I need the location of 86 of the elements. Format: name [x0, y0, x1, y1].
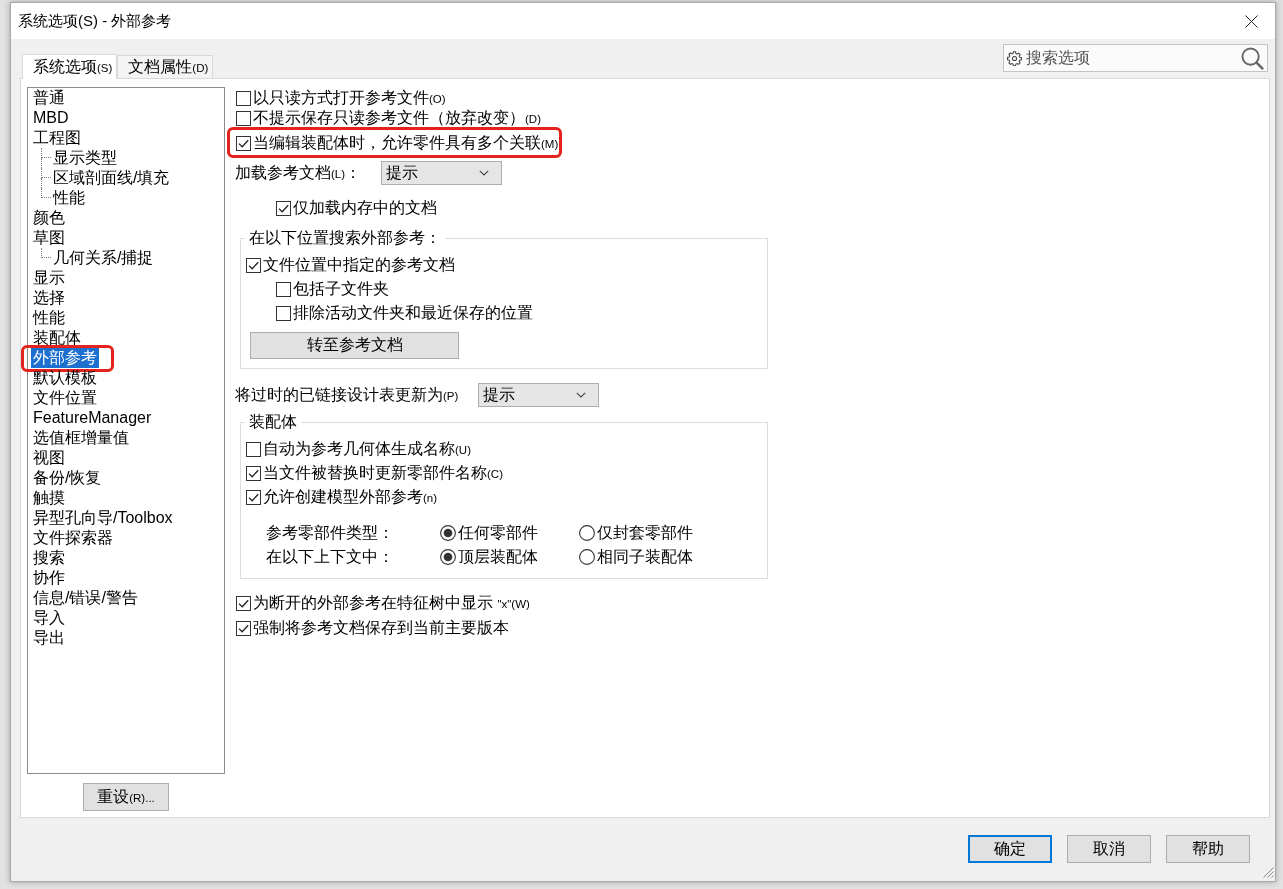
radio-button[interactable] [579, 549, 595, 565]
close-icon [1244, 14, 1258, 28]
tree-item[interactable]: 搜索 [31, 548, 67, 568]
checkbox[interactable] [246, 489, 261, 505]
tree-item[interactable]: 性能 [51, 188, 87, 208]
tree-item[interactable]: 显示类型 [51, 148, 119, 168]
radio-label: 仅封套零部件 [597, 523, 693, 543]
search-field[interactable]: 搜索选项 [1003, 44, 1268, 72]
tree-item[interactable]: 备份/恢复 [31, 468, 104, 488]
tree-item[interactable]: 几何关系/捕捉 [51, 248, 156, 268]
tab[interactable]: 系统选项(S) [22, 54, 118, 79]
tree-item[interactable]: 草图 [31, 228, 67, 248]
tree-item[interactable]: 性能 [31, 308, 67, 328]
checkbox-label: 排除活动文件夹和最近保存的位置 [293, 303, 533, 323]
window-title: 系统选项(S) - 外部参考 [18, 11, 172, 31]
tree-connector [41, 248, 51, 258]
checkbox-label: 不提示保存只读参考文件（放弃改变）(D) [253, 107, 541, 128]
tree-item[interactable]: 区域剖面线/填充 [51, 168, 172, 188]
checkbox[interactable] [276, 305, 291, 321]
action-button[interactable]: 转至参考文档 [250, 332, 459, 359]
search-icon[interactable] [1241, 46, 1264, 70]
checkbox[interactable] [236, 110, 251, 126]
group-title: 在以下位置搜索外部参考： [248, 228, 442, 248]
checkbox-label: 允许创建模型外部参考(n) [263, 486, 438, 507]
tree-connector [41, 148, 51, 168]
checkbox-label: 以只读方式打开参考文件(O) [253, 87, 446, 108]
checkbox-label: 强制将参考文档保存到当前主要版本 [253, 618, 509, 638]
tree-item[interactable]: 协作 [31, 568, 67, 588]
dropdown[interactable]: 提示 [478, 383, 600, 407]
tree-item[interactable]: 异型孔向导/Toolbox [31, 508, 175, 528]
checkbox[interactable] [276, 281, 291, 297]
tree-item[interactable]: 默认模板 [31, 368, 99, 388]
dropdown-label: 加载参考文档(L)： [235, 162, 362, 183]
tab[interactable]: 文档属性(D) [117, 55, 214, 78]
tree-item[interactable]: 视图 [31, 448, 67, 468]
settings-icon [1007, 50, 1022, 66]
radio-group-label: 在以下上下文中： [266, 547, 395, 567]
tree-item[interactable]: 导入 [31, 608, 67, 628]
tree-item[interactable]: 选值框增量值 [31, 428, 131, 448]
reset-button[interactable]: 重设(R)... [83, 783, 169, 811]
radio-group-label: 参考零部件类型： [266, 523, 395, 543]
radio-button[interactable] [579, 525, 595, 541]
tree-item[interactable]: 普通 [31, 88, 67, 108]
dialog-button[interactable]: 帮助 [1166, 835, 1250, 863]
radio-label: 相同子装配体 [597, 547, 693, 567]
checkbox[interactable] [236, 620, 251, 636]
checkbox-label: 自动为参考几何体生成名称(U) [263, 438, 471, 459]
radio-label: 任何零部件 [458, 523, 538, 543]
tree-item[interactable]: 显示 [31, 268, 67, 288]
resize-grip-icon[interactable] [1262, 866, 1274, 878]
checkbox[interactable] [236, 595, 251, 611]
tree-item[interactable]: 外部参考 [31, 348, 99, 368]
tree-item[interactable]: 颜色 [31, 208, 67, 228]
dropdown-label: 将过时的已链接设计表更新为(P) [235, 384, 459, 405]
dialog-button[interactable]: 确定 [968, 835, 1052, 863]
checkbox-label: 为断开的外部参考在特征树中显示 "x"(W) [253, 592, 530, 613]
tree-item[interactable]: 触摸 [31, 488, 67, 508]
checkbox-label: 文件位置中指定的参考文档 [263, 255, 455, 275]
caret-icon [576, 392, 587, 398]
radio-button[interactable] [440, 549, 456, 565]
tree-item[interactable]: 信息/错误/警告 [31, 588, 140, 608]
tree-item[interactable]: MBD [31, 108, 71, 128]
radio-button[interactable] [440, 525, 456, 541]
tree-item[interactable]: 导出 [31, 628, 67, 648]
tree-item[interactable]: FeatureManager [31, 408, 154, 428]
checkbox[interactable] [236, 90, 251, 106]
group-title: 装配体 [248, 412, 298, 432]
checkbox[interactable] [246, 465, 261, 481]
tree-item[interactable]: 工程图 [31, 128, 83, 148]
checkbox[interactable] [276, 200, 291, 216]
dialog-button[interactable]: 取消 [1067, 835, 1151, 863]
tree-item[interactable]: 装配体 [31, 328, 83, 348]
tree-item[interactable]: 文件探索器 [31, 528, 115, 548]
radio-label: 顶层装配体 [458, 547, 538, 567]
dropdown[interactable]: 提示 [381, 161, 503, 185]
checkbox-label: 包括子文件夹 [293, 279, 389, 299]
checkbox-label: 仅加载内存中的文档 [293, 198, 437, 218]
checkbox-label: 当文件被替换时更新零部件名称(C) [263, 462, 503, 483]
search-input[interactable]: 搜索选项 [1022, 49, 1241, 67]
tree-item[interactable]: 选择 [31, 288, 67, 308]
checkbox[interactable] [246, 257, 261, 273]
checkbox-label: 当编辑装配体时，允许零件具有多个关联(M) [253, 132, 559, 153]
tree-item[interactable]: 文件位置 [31, 388, 99, 408]
checkbox[interactable] [246, 441, 261, 457]
checkbox[interactable] [236, 135, 251, 151]
caret-icon [479, 170, 490, 176]
